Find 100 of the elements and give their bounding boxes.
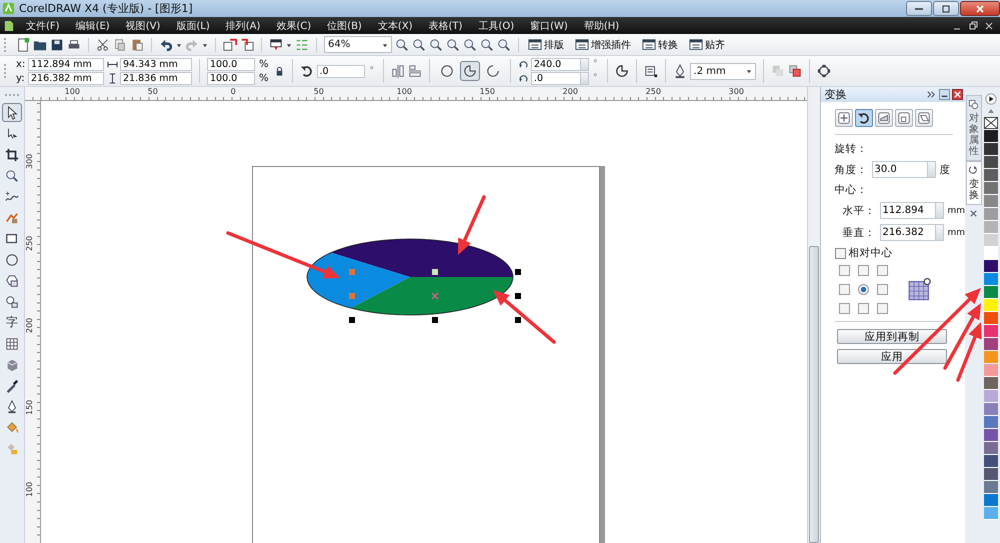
- new-document-icon[interactable]: [16, 38, 30, 52]
- menu-item[interactable]: 位图(B): [327, 18, 362, 32]
- color-swatch[interactable]: [984, 221, 998, 234]
- color-swatch[interactable]: [984, 299, 998, 312]
- ellipse-mode-button[interactable]: [460, 61, 480, 81]
- checklist-icon[interactable]: [295, 38, 309, 52]
- color-swatch[interactable]: [984, 468, 998, 481]
- menu-item[interactable]: 表格(T): [428, 18, 462, 32]
- color-swatch[interactable]: [984, 247, 998, 260]
- restore-icon[interactable]: [968, 20, 978, 30]
- zoom-icon[interactable]: [412, 38, 426, 52]
- color-swatch[interactable]: [984, 260, 998, 273]
- undo-icon[interactable]: [159, 38, 173, 52]
- transform-mode-button[interactable]: [854, 109, 872, 127]
- color-swatch[interactable]: [984, 390, 998, 403]
- plugin-button[interactable]: 增强插件: [573, 38, 637, 52]
- transform-mode-button[interactable]: [894, 109, 912, 127]
- circle-nodes-icon[interactable]: [816, 64, 831, 78]
- color-swatch[interactable]: [984, 130, 998, 143]
- export-icon[interactable]: [240, 38, 254, 52]
- color-swatch[interactable]: [984, 286, 998, 299]
- relative-center-checkbox[interactable]: 相对中心: [834, 246, 892, 260]
- color-swatch[interactable]: [984, 338, 998, 351]
- color-swatch[interactable]: [984, 416, 998, 429]
- menu-item[interactable]: 工具(O): [478, 18, 514, 32]
- zoom-icon[interactable]: [395, 38, 409, 52]
- start-angle-field[interactable]: 240.0: [531, 58, 580, 70]
- zoom-dropdown[interactable]: 64%: [324, 36, 392, 53]
- color-swatch[interactable]: [984, 481, 998, 494]
- zoom-icon[interactable]: [446, 38, 460, 52]
- mirror-vertical-icon[interactable]: [408, 64, 422, 78]
- menu-item[interactable]: 版面(L): [176, 18, 210, 32]
- apply-button[interactable]: 应用到再制: [836, 329, 948, 344]
- import-icon[interactable]: [223, 38, 237, 52]
- overlap-squares-icon[interactable]: [788, 64, 802, 78]
- transform-mode-button[interactable]: [834, 109, 852, 127]
- close-icon[interactable]: [969, 209, 978, 218]
- close-button[interactable]: [960, 1, 1000, 16]
- width-field[interactable]: 94.343 mm: [120, 58, 192, 70]
- vertical-scrollbar[interactable]: [806, 87, 820, 543]
- menu-item[interactable]: 文件(F): [26, 18, 60, 32]
- color-swatch[interactable]: [984, 273, 998, 286]
- y-position-field[interactable]: 216.382 mm: [28, 72, 104, 84]
- menu-item[interactable]: 窗口(W): [530, 18, 568, 32]
- docker-tab[interactable]: 变换: [966, 161, 982, 205]
- color-swatch[interactable]: [984, 364, 998, 377]
- plugin-button[interactable]: 排版: [526, 38, 570, 52]
- anchor-checkbox[interactable]: [838, 303, 850, 314]
- double-chevron-icon[interactable]: [926, 89, 938, 100]
- anchor-checkbox[interactable]: [858, 284, 868, 295]
- scale-y-field[interactable]: 100.0: [207, 72, 255, 84]
- anchor-checkbox[interactable]: [858, 265, 868, 276]
- scale-x-field[interactable]: 100.0: [207, 58, 255, 70]
- transform-mode-button[interactable]: [874, 109, 892, 127]
- anchor-checkbox[interactable]: [876, 265, 888, 276]
- play-circle-icon[interactable]: [985, 93, 998, 105]
- no-color-swatch[interactable]: [984, 117, 998, 130]
- outline-width-dropdown[interactable]: .2 mm: [690, 62, 756, 80]
- tool-button[interactable]: [2, 103, 22, 122]
- anchor-checkbox[interactable]: [838, 265, 850, 276]
- color-swatch[interactable]: [984, 455, 998, 468]
- maximize-button[interactable]: [933, 1, 959, 16]
- menu-item[interactable]: 文本(X): [378, 18, 412, 32]
- menu-item[interactable]: 帮助(H): [584, 18, 620, 32]
- zoom-icon[interactable]: [463, 38, 477, 52]
- minimize-button[interactable]: [906, 1, 932, 16]
- height-field[interactable]: 21.836 mm: [120, 72, 192, 84]
- color-swatch[interactable]: [984, 143, 998, 156]
- scroll-up-icon[interactable]: [986, 107, 996, 115]
- color-swatch[interactable]: [984, 182, 998, 195]
- plugin-button[interactable]: 转换: [640, 38, 684, 52]
- zoom-icon[interactable]: [480, 38, 494, 52]
- anchor-checkbox[interactable]: [858, 303, 868, 314]
- color-swatch[interactable]: [984, 442, 998, 455]
- menu-item[interactable]: 排列(A): [226, 18, 260, 32]
- menu-item[interactable]: 编辑(E): [76, 18, 110, 32]
- color-swatch[interactable]: [984, 234, 998, 247]
- printer-icon[interactable]: [67, 38, 81, 52]
- color-swatch[interactable]: [984, 429, 998, 442]
- paste-icon[interactable]: [130, 38, 144, 52]
- color-swatch[interactable]: [984, 377, 998, 390]
- text-wrap-icon[interactable]: [644, 64, 658, 78]
- save-icon[interactable]: [50, 38, 64, 52]
- color-swatch[interactable]: [984, 403, 998, 416]
- cut-icon[interactable]: [96, 38, 110, 52]
- zoom-icon[interactable]: [497, 38, 511, 52]
- color-swatch[interactable]: [984, 507, 998, 520]
- menu-item[interactable]: 效果(C): [276, 18, 312, 32]
- anchor-checkbox[interactable]: [876, 303, 888, 314]
- x-position-field[interactable]: 112.894 mm: [28, 58, 104, 70]
- pie-clock-icon[interactable]: [614, 64, 629, 78]
- transform-mode-button[interactable]: [914, 109, 932, 127]
- vertical-field[interactable]: 216.382: [880, 224, 934, 241]
- horizontal-field[interactable]: 112.894: [880, 202, 934, 219]
- monitor-icon[interactable]: [269, 38, 283, 52]
- docker-tab[interactable]: 对象属性: [966, 95, 982, 161]
- color-swatch[interactable]: [984, 208, 998, 221]
- color-swatch[interactable]: [984, 156, 998, 169]
- zoom-icon[interactable]: [429, 38, 443, 52]
- color-swatch[interactable]: [984, 195, 998, 208]
